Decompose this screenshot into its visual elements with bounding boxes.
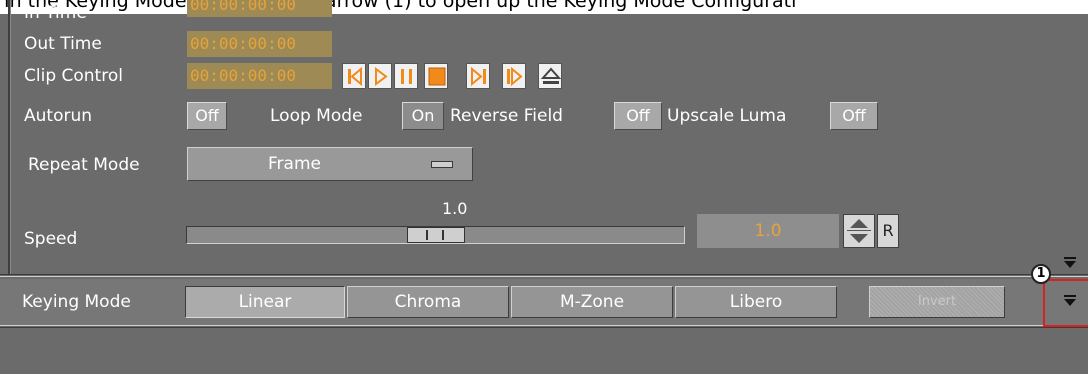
- speed-slider-handle[interactable]: [407, 227, 465, 243]
- pause-button[interactable]: [394, 63, 418, 89]
- stop-icon: [428, 67, 446, 86]
- clip-control-field[interactable]: 00:00:00:00: [187, 63, 332, 89]
- keying-chroma-button[interactable]: Chroma: [347, 286, 509, 318]
- speed-slider-value: 1.0: [442, 199, 468, 218]
- stop-button[interactable]: [424, 63, 448, 89]
- eject-button[interactable]: [538, 63, 562, 89]
- upscale-luma-toggle[interactable]: Off: [830, 102, 878, 130]
- in-time-field[interactable]: 00:00:00:00: [187, 0, 332, 17]
- skip-to-end-icon: [507, 66, 523, 87]
- speed-input[interactable]: 1.0: [697, 214, 839, 248]
- keying-mode-label: Keying Mode: [22, 292, 131, 312]
- loop-mode-label: Loop Mode: [270, 106, 363, 126]
- step-forward-icon: [471, 66, 486, 87]
- upscale-luma-label: Upscale Luma: [667, 106, 787, 126]
- slider-grip-icon: [426, 230, 428, 240]
- pause-icon: [401, 69, 412, 84]
- repeat-mode-label: Repeat Mode: [28, 155, 140, 175]
- skip-to-start-button[interactable]: [342, 63, 366, 89]
- play-icon: [375, 67, 388, 86]
- in-time-label: In Time: [24, 3, 87, 23]
- autorun-toggle[interactable]: Off: [187, 102, 227, 130]
- separator: [0, 327, 1088, 328]
- autorun-label: Autorun: [24, 106, 93, 126]
- keying-linear-button[interactable]: Linear: [185, 286, 345, 318]
- keying-m-zone-button[interactable]: M-Zone: [511, 286, 673, 318]
- step-forward-button[interactable]: [466, 63, 490, 89]
- spinner-arrows-icon: [847, 219, 871, 243]
- invert-button[interactable]: Invert: [869, 286, 1005, 318]
- skip-to-start-icon: [348, 66, 362, 87]
- repeat-mode-dropdown[interactable]: Frame: [187, 147, 473, 181]
- out-time-label: Out Time: [24, 34, 102, 54]
- speed-slider[interactable]: [186, 226, 685, 244]
- clip-control-label: Clip Control: [24, 66, 123, 86]
- speed-reset-button[interactable]: R: [877, 214, 899, 248]
- keying-config-arrow-icon[interactable]: [1062, 293, 1078, 311]
- speed-spinner[interactable]: [843, 214, 875, 248]
- play-button[interactable]: [368, 63, 392, 89]
- separator: [0, 276, 1088, 277]
- repeat-mode-value: Frame: [268, 154, 321, 174]
- keying-libero-button[interactable]: Libero: [675, 286, 837, 318]
- dropdown-handle-icon: [431, 161, 453, 168]
- slider-grip-icon: [442, 230, 444, 240]
- panel-border-highlight: [10, 0, 11, 275]
- out-time-field[interactable]: 00:00:00:00: [187, 31, 332, 57]
- loop-mode-toggle[interactable]: On: [402, 102, 444, 130]
- skip-to-end-button[interactable]: [502, 63, 526, 89]
- instruction-caption: In the Keying Mode row, click the arrow …: [0, 0, 1088, 14]
- speed-label: Speed: [24, 229, 78, 249]
- expand-arrow-icon[interactable]: [1062, 255, 1078, 271]
- reverse-field-toggle[interactable]: Off: [614, 102, 662, 130]
- separator: [0, 274, 1088, 275]
- separator: [0, 325, 1088, 326]
- reverse-field-label: Reverse Field: [450, 106, 563, 126]
- callout-badge: 1: [1031, 264, 1051, 284]
- eject-icon: [540, 67, 562, 84]
